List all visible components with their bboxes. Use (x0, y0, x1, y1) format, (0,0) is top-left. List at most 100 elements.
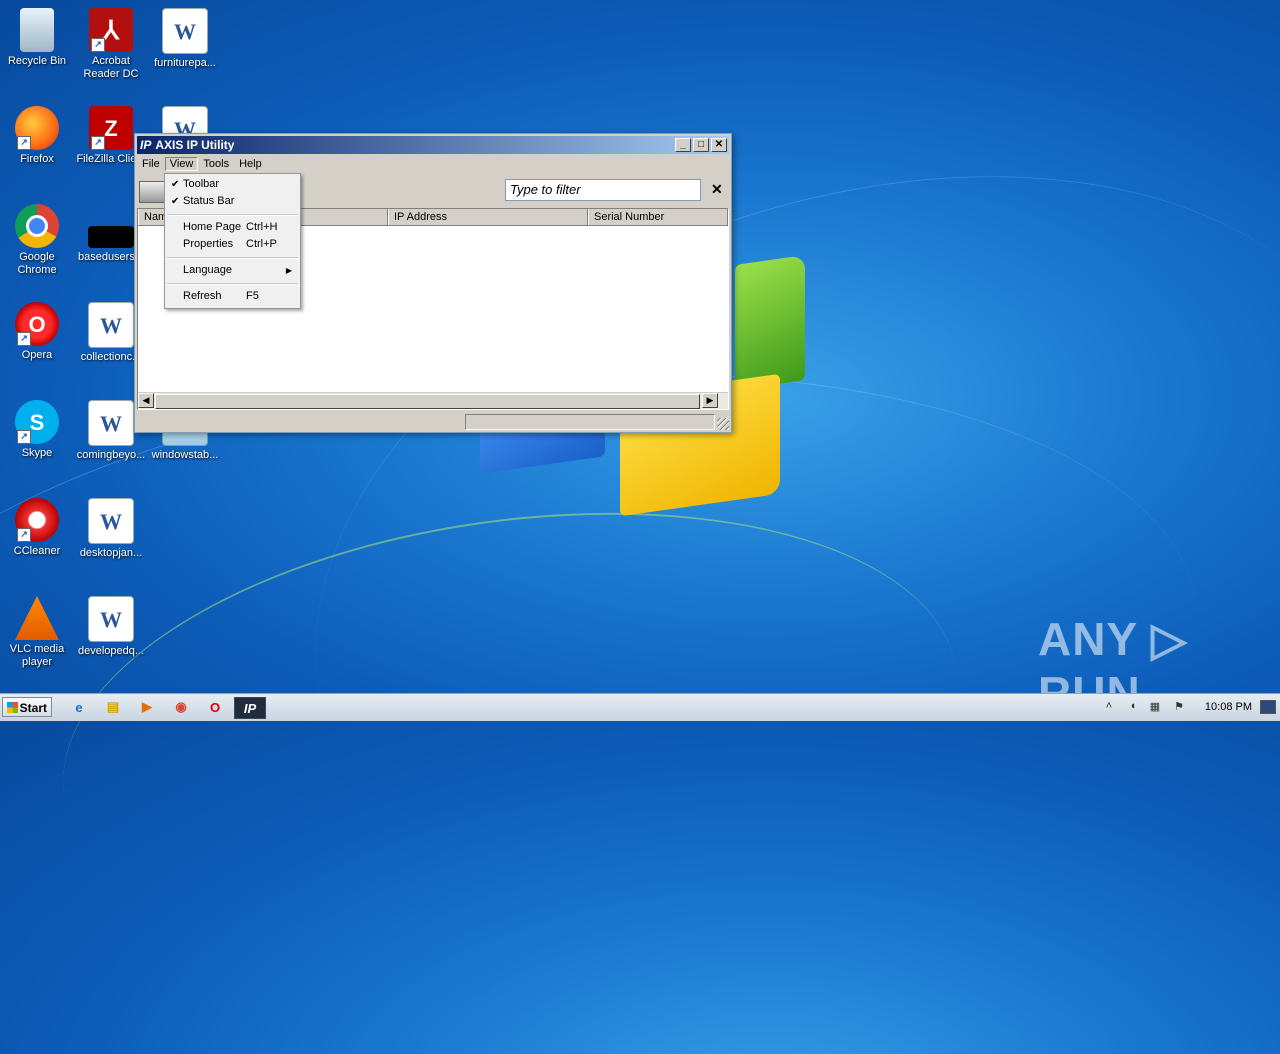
menu-item-language[interactable]: Language ▶ (167, 262, 298, 279)
menu-item-shortcut: Ctrl+P (246, 238, 277, 250)
desktop-icon-label: furniturepa... (154, 57, 216, 69)
menu-item-label: Refresh (183, 290, 222, 302)
desktop-icon-label: comingbeyo... (76, 449, 146, 461)
desktop-icon-acrobat[interactable]: ⅄ ↗ Acrobat Reader DC (74, 8, 148, 81)
firefox-icon: ↗ (15, 106, 59, 150)
desktop-icon-furniturepa[interactable]: W furniturepa... (148, 8, 222, 70)
title-bar[interactable]: IP AXIS IP Utility _ □ ✕ (137, 136, 729, 154)
desktop-icon-label: VLC media player (9, 643, 65, 668)
opera-taskbar-icon[interactable]: O (204, 697, 226, 717)
menu-item-status-bar[interactable]: ✔ Status Bar (167, 193, 298, 210)
axis-ip-utility-taskbar-button[interactable]: IP (234, 697, 266, 719)
desktop-icon-recycle-bin[interactable]: Recycle Bin (0, 8, 74, 68)
close-button[interactable]: ✕ (711, 138, 727, 152)
desktop-icon-opera[interactable]: O ↗ Opera (0, 302, 74, 362)
desktop-icon-vlc[interactable]: VLC media player (0, 596, 74, 669)
menu-help[interactable]: Help (234, 157, 267, 171)
opera-icon: O ↗ (15, 302, 59, 346)
desktop-icon-chrome[interactable]: Google Chrome (0, 204, 74, 277)
acrobat-icon: ⅄ ↗ (89, 8, 133, 52)
vlc-icon (15, 596, 59, 640)
ccleaner-icon: ↗ (15, 498, 59, 542)
app-icon: IP (140, 138, 152, 152)
volume-icon[interactable]: ◖ (1126, 700, 1140, 714)
menu-tools[interactable]: Tools (198, 157, 234, 171)
action-center-flag-icon[interactable]: ⚑ (1172, 700, 1186, 714)
menu-item-shortcut: Ctrl+H (246, 221, 278, 233)
submenu-arrow-icon: ▶ (285, 266, 292, 275)
menu-item-refresh[interactable]: Refresh F5 (167, 288, 298, 305)
check-icon: ✔ (171, 179, 180, 190)
black-file-icon (88, 226, 134, 248)
column-header-serial-number[interactable]: Serial Number (588, 209, 728, 225)
menu-file[interactable]: File (137, 157, 165, 171)
show-desktop-button[interactable] (1260, 700, 1276, 714)
menu-item-properties[interactable]: Properties Ctrl+P (167, 236, 298, 253)
window-title: AXIS IP Utility (155, 138, 235, 152)
word-doc-icon: W (88, 302, 134, 348)
desktop-icon-label: Opera (21, 349, 53, 361)
menu-item-home-page[interactable]: Home Page Ctrl+H (167, 219, 298, 236)
word-doc-icon: W (162, 8, 208, 54)
column-header-ip-address[interactable]: IP Address (388, 209, 588, 225)
desktop-icon-label: windowstab... (151, 449, 219, 461)
filter-input[interactable]: Type to filter (505, 179, 701, 201)
desktop-icon-label: desktopjan... (79, 547, 143, 559)
menu-view[interactable]: View (164, 157, 199, 171)
scroll-thumb[interactable] (155, 394, 700, 409)
desktop-icon-label: Recycle Bin (7, 55, 67, 67)
windows-flag-icon (7, 702, 18, 713)
skype-icon: S ↗ (15, 400, 59, 444)
menu-item-toolbar[interactable]: ✔ Toolbar (167, 176, 298, 193)
scroll-right-button[interactable]: ▶ (702, 393, 718, 408)
clear-filter-button[interactable]: ✕ (711, 181, 723, 198)
view-menu-dropdown: ✔ Toolbar ✔ Status Bar Home Page Ctrl+H … (164, 173, 301, 309)
menu-item-label: Status Bar (183, 195, 235, 207)
device-icon[interactable] (139, 181, 165, 203)
system-tray: ˄ ◖ ▦ ⚑ 10:08 PM (1100, 694, 1280, 721)
desktop-icon-label: CCleaner (13, 545, 61, 557)
start-button[interactable]: Start (2, 697, 52, 717)
file-explorer-icon[interactable]: ▤ (102, 697, 124, 717)
menu-item-label: Home Page (183, 221, 242, 233)
desktop-icon-label: Firefox (20, 153, 54, 165)
clock[interactable]: 10:08 PM (1192, 701, 1252, 713)
desktop-icon-developedq[interactable]: W developedq... (74, 596, 148, 658)
chrome-taskbar-icon[interactable]: ◉ (170, 697, 192, 717)
network-icon[interactable]: ▦ (1148, 700, 1162, 714)
menu-item-label: Toolbar (183, 178, 220, 190)
desktop-icon-label: collectionc... (80, 351, 142, 363)
menu-separator (167, 257, 298, 259)
menu-separator (167, 214, 298, 216)
media-player-icon[interactable]: ▶ (136, 697, 158, 717)
scroll-left-button[interactable]: ◀ (138, 393, 154, 408)
status-pane (465, 414, 715, 430)
filezilla-icon: Z ↗ (89, 106, 133, 150)
resize-grip-icon[interactable] (717, 418, 729, 430)
recycle-bin-icon (20, 8, 54, 52)
desktop-icon-firefox[interactable]: ↗ Firefox (0, 106, 74, 166)
word-doc-icon: W (88, 498, 134, 544)
desktop-icon-label: Acrobat Reader DC (83, 55, 139, 80)
internet-explorer-icon[interactable]: e (68, 697, 90, 717)
show-hidden-icons-icon[interactable]: ˄ (1102, 700, 1116, 714)
desktop-icon-skype[interactable]: S ↗ Skype (0, 400, 74, 460)
status-bar (137, 412, 729, 430)
menu-separator (167, 283, 298, 285)
desktop-icon-label: Google Chrome (17, 251, 57, 276)
menu-bar: File View Tools Help (137, 155, 729, 173)
start-label: Start (19, 701, 47, 715)
chrome-icon (15, 204, 59, 248)
horizontal-scrollbar[interactable]: ◀ ▶ (138, 392, 728, 409)
desktop-icon-ccleaner[interactable]: ↗ CCleaner (0, 498, 74, 558)
word-doc-icon: W (88, 596, 134, 642)
menu-item-label: Properties (183, 238, 234, 250)
maximize-button[interactable]: □ (693, 138, 709, 152)
word-doc-icon: W (88, 400, 134, 446)
taskbar: Start e ▤ ▶ ◉ O IP ˄ ◖ ▦ ⚑ 10:08 PM (0, 693, 1280, 721)
desktop-icon-desktopjan[interactable]: W desktopjan... (74, 498, 148, 560)
menu-item-label: Language (183, 264, 232, 276)
minimize-button[interactable]: _ (675, 138, 691, 152)
check-icon: ✔ (171, 196, 180, 207)
desktop-icon-label: Skype (21, 447, 53, 459)
